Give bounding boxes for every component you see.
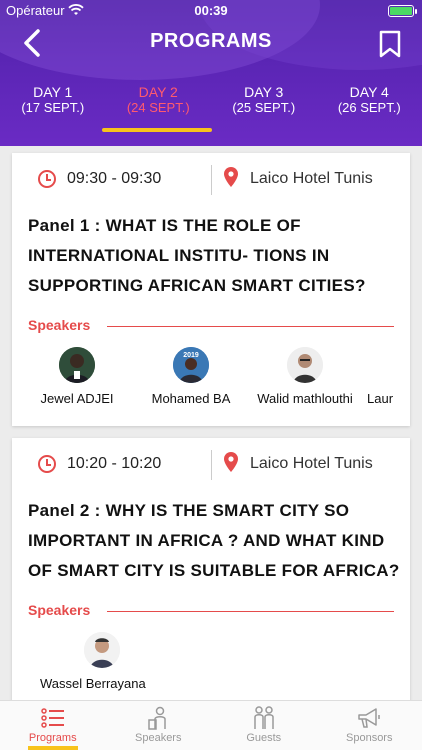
nav-label: Speakers bbox=[135, 732, 182, 744]
speakers-row: Wassel Berrayana bbox=[12, 632, 410, 702]
avatar bbox=[59, 347, 95, 383]
session-time: 09:30 - 09:30 bbox=[67, 170, 162, 187]
nav-label: Sponsors bbox=[346, 732, 393, 744]
page-title: PROGRAMS bbox=[150, 30, 272, 52]
tab-day-4[interactable]: DAY 4 (26 SEPT.) bbox=[317, 84, 422, 134]
nav-label: Guests bbox=[246, 732, 282, 744]
speaker-name: Laur bbox=[367, 391, 394, 406]
tab-label: DAY 1 bbox=[33, 84, 73, 100]
speakers-label: Speakers bbox=[28, 602, 91, 618]
speakers-divider bbox=[107, 611, 394, 612]
nav-sponsors[interactable]: Sponsors bbox=[317, 701, 422, 750]
tab-day-1[interactable]: DAY 1 (17 SEPT.) bbox=[0, 84, 106, 134]
speaker-name: Mohamed BA bbox=[151, 391, 231, 406]
clock-icon bbox=[38, 455, 56, 473]
battery-tip bbox=[415, 9, 417, 14]
nav-guests[interactable]: Guests bbox=[211, 701, 317, 750]
tab-label: DAY 4 bbox=[349, 84, 389, 100]
avatar bbox=[287, 347, 323, 383]
nav-speakers[interactable]: Speakers bbox=[106, 701, 212, 750]
battery-icon bbox=[388, 5, 414, 17]
tab-day-3[interactable]: DAY 3 (25 SEPT.) bbox=[211, 84, 317, 134]
tab-label: DAY 2 bbox=[138, 84, 178, 100]
location-pin-icon bbox=[224, 167, 238, 187]
speaker-item[interactable]: Jewel ADJEI bbox=[22, 347, 132, 406]
day-tabs: DAY 1 (17 SEPT.) DAY 2 (24 SEPT.) DAY 3 … bbox=[0, 84, 422, 134]
tab-date: (24 SEPT.) bbox=[126, 100, 190, 115]
avatar-badge: 2019 bbox=[183, 352, 199, 359]
speaker-icon bbox=[148, 706, 166, 730]
divider bbox=[211, 165, 212, 195]
session-title: Panel 2 : WHY IS THE SMART CITY SO IMPOR… bbox=[28, 501, 400, 580]
active-tab-indicator bbox=[102, 128, 212, 132]
session-card[interactable]: 09:30 - 09:30 Laico Hotel Tunis Panel 1 … bbox=[12, 153, 410, 426]
session-info-row: 09:30 - 09:30 Laico Hotel Tunis bbox=[12, 153, 410, 205]
speaker-item[interactable]: 2019 Mohamed BA bbox=[136, 347, 246, 406]
status-time: 00:39 bbox=[194, 3, 228, 18]
session-location: Laico Hotel Tunis bbox=[250, 455, 373, 472]
bookmark-icon[interactable] bbox=[378, 30, 402, 58]
speakers-label: Speakers bbox=[28, 317, 91, 333]
speakers-row: Jewel ADJEI 2019 Mohamed BA Walid mathlo… bbox=[12, 347, 410, 417]
speaker-item[interactable]: Walid mathlouthi bbox=[250, 347, 360, 406]
speakers-divider bbox=[107, 326, 394, 327]
tab-date: (25 SEPT.) bbox=[232, 100, 296, 115]
tab-date: (26 SEPT.) bbox=[337, 100, 401, 115]
status-bar: Opérateur 00:39 bbox=[0, 0, 422, 22]
divider bbox=[211, 450, 212, 480]
megaphone-icon bbox=[358, 708, 380, 728]
speaker-item[interactable]: Wassel Berrayana bbox=[22, 632, 162, 691]
clock-icon bbox=[38, 170, 56, 188]
location-pin-icon bbox=[224, 452, 238, 472]
speaker-name: Wassel Berrayana bbox=[40, 676, 146, 691]
avatar bbox=[84, 632, 120, 668]
session-info-row: 10:20 - 10:20 Laico Hotel Tunis bbox=[12, 438, 410, 490]
tab-date: (17 SEPT.) bbox=[21, 100, 85, 115]
session-card[interactable]: 10:20 - 10:20 Laico Hotel Tunis Panel 2 … bbox=[12, 438, 410, 708]
guests-icon bbox=[254, 706, 274, 729]
avatar: 2019 bbox=[173, 347, 209, 383]
list-icon bbox=[41, 708, 64, 728]
nav-programs[interactable]: Programs bbox=[0, 701, 106, 750]
header: Opérateur 00:39 PROGRAMS DAY 1 (17 SEPT.… bbox=[0, 0, 422, 146]
speaker-item[interactable]: Laur bbox=[364, 347, 410, 406]
nav-label: Programs bbox=[28, 732, 77, 744]
tab-label: DAY 3 bbox=[244, 84, 284, 100]
session-title: Panel 1 : WHAT IS THE ROLE OF INTERNATIO… bbox=[28, 216, 366, 295]
speaker-name: Jewel ADJEI bbox=[40, 391, 114, 406]
speaker-name: Walid mathlouthi bbox=[257, 391, 353, 406]
session-time: 10:20 - 10:20 bbox=[67, 455, 162, 472]
bottom-nav: Programs Speakers Guests Sponsors bbox=[0, 700, 422, 750]
session-location: Laico Hotel Tunis bbox=[250, 170, 373, 187]
nav-active-indicator bbox=[28, 746, 78, 750]
tab-day-2[interactable]: DAY 2 (24 SEPT.) bbox=[106, 84, 212, 134]
